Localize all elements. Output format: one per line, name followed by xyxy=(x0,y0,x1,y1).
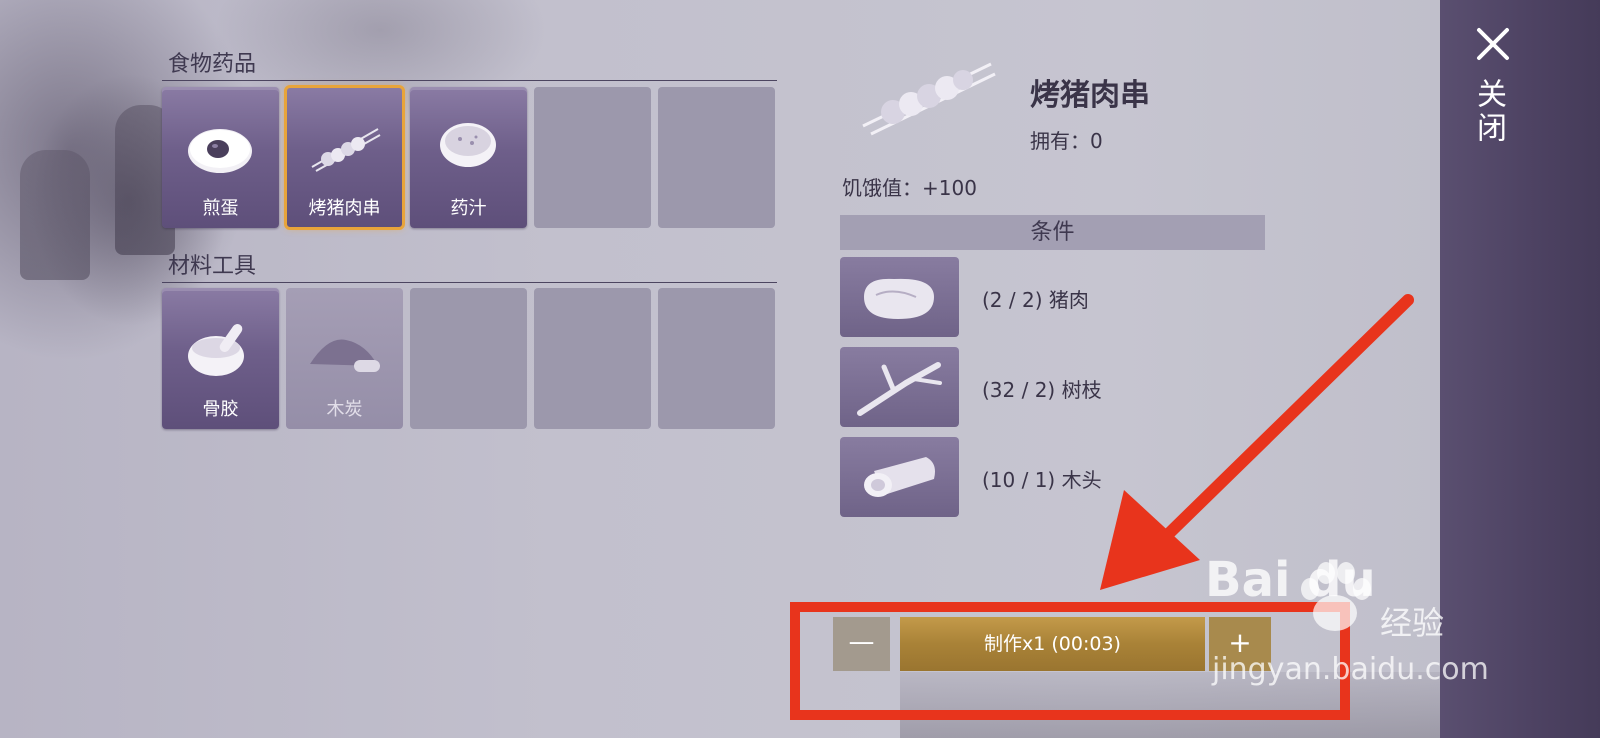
selected-item-name: 烤猪肉串 xyxy=(1030,78,1150,113)
pork-skewer-icon xyxy=(311,128,381,172)
owned-value: 0 xyxy=(1090,129,1103,153)
owned-count: 拥有：0 xyxy=(1030,125,1103,154)
fried-egg-icon xyxy=(188,129,252,173)
pork-skewer-icon xyxy=(862,62,996,136)
owned-label: 拥有： xyxy=(1030,129,1090,153)
background-figure xyxy=(20,150,90,280)
background-art xyxy=(0,0,700,520)
watermark-logo: Bai du xyxy=(1205,552,1376,608)
item-slot-medicine[interactable]: 药汁 xyxy=(410,87,527,228)
medicine-bowl-icon xyxy=(440,123,496,167)
charcoal-icon xyxy=(310,339,380,372)
requirement-row: (32 / 2) 树枝 xyxy=(982,374,1102,403)
close-icon[interactable] xyxy=(1475,26,1511,62)
branch-icon xyxy=(857,362,942,416)
item-slot-label: 药汁 xyxy=(450,198,487,219)
item-slot-bone-glue[interactable]: 骨胶 xyxy=(162,288,279,429)
item-slot-label: 烤猪肉串 xyxy=(308,198,381,219)
requirement-row: (2 / 2) 猪肉 xyxy=(982,284,1089,313)
item-slot-empty xyxy=(410,288,527,429)
requirement-count: (10 / 1) xyxy=(982,468,1056,492)
item-slot-label: 木炭 xyxy=(326,399,363,420)
hunger-stat: 饥饿值：+100 xyxy=(842,172,977,201)
category-divider xyxy=(162,282,777,283)
item-slot-empty xyxy=(534,288,651,429)
item-slot-empty xyxy=(658,288,775,429)
item-slot-empty xyxy=(534,87,651,228)
hunger-value: +100 xyxy=(922,176,977,200)
requirement-count: (2 / 2) xyxy=(982,288,1043,312)
wood-log-icon xyxy=(864,457,935,497)
category-divider xyxy=(162,80,777,81)
close-button-label[interactable]: 关闭 xyxy=(1471,78,1510,146)
requirement-icon-box xyxy=(840,437,959,517)
item-slot-charcoal[interactable]: 木炭 xyxy=(286,288,403,429)
item-slot-empty xyxy=(658,87,775,228)
category-title-materials-tools: 材料工具 xyxy=(168,254,257,279)
pork-meat-icon xyxy=(864,278,934,319)
requirement-row: (10 / 1) 木头 xyxy=(982,464,1102,493)
item-slot-label: 骨胶 xyxy=(202,399,239,420)
requirement-name: 猪肉 xyxy=(1048,288,1089,312)
mortar-bowl-icon xyxy=(188,323,244,376)
watermark-url: jingyan.baidu.com xyxy=(1212,652,1489,687)
conditions-header: 条件 xyxy=(840,215,1265,250)
item-slot-fried-egg[interactable]: 煎蛋 xyxy=(162,87,279,228)
item-slot-label: 煎蛋 xyxy=(202,198,239,219)
right-sidebar xyxy=(1440,0,1600,738)
requirement-count: (32 / 2) xyxy=(982,378,1056,402)
watermark-jingyan: 经验 xyxy=(1380,604,1445,642)
requirement-icon-box xyxy=(840,347,959,427)
category-title-food-medicine: 食物药品 xyxy=(168,52,257,77)
item-slot-pork-skewer[interactable]: 烤猪肉串 xyxy=(284,85,405,230)
hunger-label: 饥饿值： xyxy=(842,176,922,200)
requirement-icon-box xyxy=(840,257,959,337)
